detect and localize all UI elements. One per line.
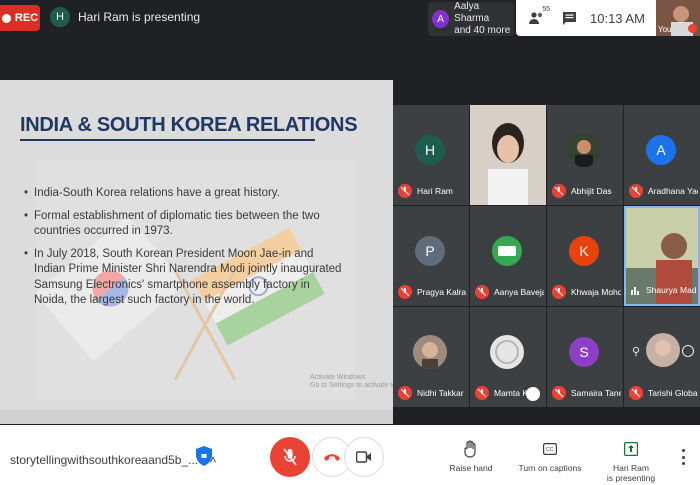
participant-tile[interactable]: H Hari Ram [393,105,469,205]
participant-tile[interactable]: Nidhi Takkar [393,307,469,407]
speaking-indicator-icon [631,287,640,295]
presenter-text: Hari Ram is presenting [78,10,201,24]
participant-tile[interactable]: P Pragya Kalra [393,206,469,306]
self-mic-off-icon [688,24,697,33]
participant-name: Aanya Baveja [494,287,544,297]
participant-tile[interactable]: S Samaira Taneja [547,307,623,407]
meeting-details[interactable]: storytellingwithsouthkoreaand5b_... ˄ [10,453,216,467]
participant-avatar: H [415,135,445,165]
chat-button[interactable] [556,0,582,36]
participant-tile[interactable]: Aanya Baveja [470,206,546,306]
pinned-participant-icon [526,387,540,401]
mic-off-icon [552,285,566,299]
record-dot-icon [1,13,11,23]
mic-off-icon [283,448,297,466]
raise-hand-button[interactable]: Raise hand [448,439,494,473]
hang-up-icon [324,454,340,461]
participant-tile[interactable]: ⚲ Tarishi Global [624,307,700,407]
participant-avatar: A [646,135,676,165]
mic-off-icon [552,386,566,400]
presenting-button[interactable]: Hari Ram is presenting [604,439,658,483]
recording-badge: REC [0,5,40,31]
participant-name: Nidhi Takkar [417,388,464,398]
shield-icon[interactable] [196,446,212,466]
participant-photo [646,333,680,367]
camera-icon [356,451,371,463]
speaker-name: Aalya Sharma [454,1,490,24]
participant-avatar: K [569,236,599,266]
slide-title-rule [20,139,315,141]
participant-name: Tarishi Global [648,388,698,398]
participant-tile[interactable]: Mamta K... [470,307,546,407]
more-options-icon[interactable] [680,449,686,465]
mic-off-icon [398,285,412,299]
pin-icon[interactable]: ⚲ [632,345,640,358]
participant-tile[interactable]: A Aradhana Yad... [624,105,700,205]
captions-button[interactable]: CC Turn on captions [518,439,582,473]
participant-name: Hari Ram [417,186,453,196]
people-icon [529,12,543,24]
presenting-line2: is presenting [606,473,656,483]
svg-text:CC: CC [546,447,554,453]
slide-title: INDIA & SOUTH KOREA RELATIONS [20,114,358,136]
camera-toggle-button[interactable] [344,437,384,477]
self-view[interactable]: You [656,0,700,36]
slide-bullet: In July 2018, South Korean President Moo… [24,247,344,309]
participant-name: Aradhana Yad... [648,186,698,196]
participant-name: Pragya Kalra [417,287,467,297]
mic-off-icon [629,184,643,198]
chat-icon [562,11,576,25]
captions-label: Turn on captions [518,463,582,473]
present-screen-icon [604,439,658,459]
participant-photo [413,335,447,369]
captions-icon: CC [518,439,582,459]
presenter-chip: H Hari Ram is presenting [50,7,200,27]
participant-name: Samaira Taneja [571,388,621,398]
speaker-avatar: A [432,10,450,28]
presenting-line1: Hari Ram [613,463,649,473]
participants-count: 55 [542,6,550,13]
participant-logo-icon [492,236,522,266]
slide-bullets: India-South Korea relations have a great… [24,186,344,316]
participant-tile[interactable] [470,105,546,205]
meeting-code: storytellingwithsouthkoreaand5b_... [10,453,199,467]
mic-off-icon [398,184,412,198]
mic-off-icon [475,285,489,299]
meet-window: { "topbar": { "rec_label": "REC", "prese… [0,0,700,485]
participant-grid: H Hari Ram Abhijit Das A Aradhana Yad...… [393,105,700,425]
mic-off-icon [398,386,412,400]
slide-bullet: Formal establishment of diplomatic ties … [24,209,344,240]
people-button[interactable]: 55 [524,0,550,36]
participant-video-icon [470,105,546,205]
top-right-panel: 55 10:13 AM [516,0,656,36]
speaker-more: and 40 more [454,25,511,36]
participant-tile-active[interactable]: Shaurya Mad... [624,206,700,306]
mic-off-icon [629,386,643,400]
participant-name: Abhijit Das [571,186,612,196]
slide-bullet: India-South Korea relations have a great… [24,186,344,202]
participant-photo [567,133,601,167]
rec-label: REC [14,12,39,24]
bottom-controls-bar: storytellingwithsouthkoreaand5b_... ˄ Ra… [0,425,700,485]
participant-name: Khwaja Mohd ... [571,287,621,297]
speaker-chip[interactable]: A Aalya Sharma and 40 more [428,1,514,36]
participant-photo [490,335,524,369]
raise-hand-label: Raise hand [449,463,493,473]
participant-tile[interactable]: K Khwaja Mohd ... [547,206,623,306]
mic-off-icon [552,184,566,198]
remove-icon[interactable] [682,345,694,357]
participant-tile[interactable]: Abhijit Das [547,105,623,205]
presenter-avatar: H [50,7,70,27]
participant-avatar: S [569,337,599,367]
clock: 10:13 AM [590,10,645,26]
hand-icon [448,439,494,459]
mic-off-icon [475,386,489,400]
participant-name: Shaurya Mad... [646,285,696,295]
self-label: You [658,25,672,34]
participant-avatar: P [415,236,445,266]
mic-toggle-button[interactable] [270,437,310,477]
